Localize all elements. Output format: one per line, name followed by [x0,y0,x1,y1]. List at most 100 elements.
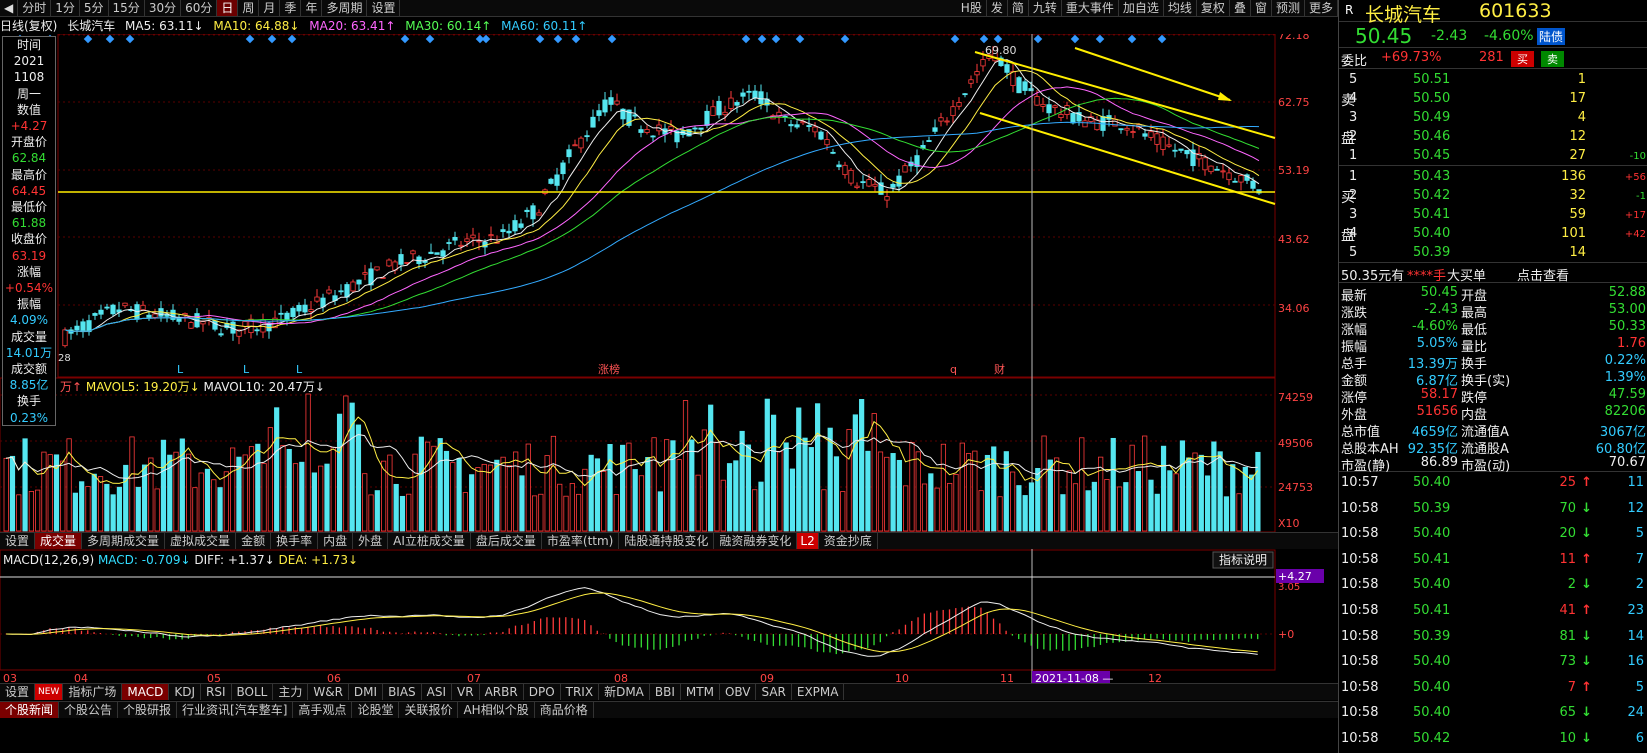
period-tab[interactable]: 30分 [145,0,182,16]
book-row[interactable]: 2 50.46 12 [1339,129,1647,147]
news-tab[interactable]: 个股公告 [59,702,119,718]
indicator-tab[interactable]: EXPMA [792,684,845,700]
indicator-tab[interactable]: 新DMA [599,684,650,700]
period-tab[interactable]: 60分 [181,0,218,16]
panel-value: 61.88 [11,216,47,231]
volume-bar [607,444,613,532]
indicator-tab[interactable]: BOLL [232,684,274,700]
toolbar-button[interactable]: 复权 [1197,0,1230,16]
indicator-tab[interactable]: MACD [122,684,170,700]
news-tab[interactable]: 关联报价 [399,702,459,718]
volume-tab[interactable]: AI立桩成交量 [388,533,471,549]
period-tab[interactable]: 分时 [18,0,52,16]
indicator-tab[interactable]: BIAS [383,684,422,700]
toolbar-button[interactable]: 重大事件 [1062,0,1119,16]
period-tab[interactable]: 15分 [109,0,145,16]
period-tab[interactable]: 周 [238,0,260,16]
book-volume: 32 [1569,188,1586,203]
indicator-tab[interactable]: BBI [650,684,681,700]
toolbar-button[interactable]: H股 [957,0,987,16]
kline-chart[interactable]: 72.18 62.75 53.19 43.62 34.06 74259 49506 24753… [0,34,1338,753]
toolbar-button[interactable]: 叠 [1230,0,1251,16]
toolbar-button[interactable]: 预测 [1272,0,1305,16]
indicator-tab[interactable]: TRIX [561,684,600,700]
book-row[interactable]: 3 50.49 4 [1339,110,1647,128]
book-row[interactable]: 1 50.43 136 +56 [1339,169,1647,187]
book-row[interactable]: 1 50.45 27 -10 [1339,148,1647,166]
volume-tab[interactable]: 市盈率(ttm) [542,533,620,549]
indicator-tab[interactable]: W&R [308,684,349,700]
volume-tab[interactable]: 外盘 [353,533,389,549]
event-mark[interactable]: L [296,363,303,376]
indicator-tab[interactable]: ARBR [480,684,524,700]
volume-tab[interactable]: 虚拟成交量 [165,533,237,549]
event-mark[interactable]: 涨榜 [598,362,620,376]
event-mark[interactable]: q [950,363,957,376]
news-tab[interactable]: 行业资讯[汽车整车] [177,702,294,718]
volume-tab[interactable]: 设置 [0,533,36,549]
news-tab[interactable]: AH相似个股 [458,702,535,718]
period-tab[interactable]: 多周期 [322,0,368,16]
period-tab[interactable]: 设置 [367,0,401,16]
volume-tab[interactable]: 盘后成交量 [471,533,542,549]
indicator-tab[interactable]: KDJ [169,684,201,700]
volume-tab[interactable]: 陆股通持股变化 [619,533,715,549]
back-arrow-icon[interactable]: ◀ [0,0,19,16]
volume-tab[interactable]: 成交量 [35,533,83,549]
buy-button[interactable]: 买 [1511,51,1534,67]
indicator-tab[interactable]: MTM [681,684,720,700]
book-row[interactable]: 2 50.42 32 -1 [1339,188,1647,206]
indicator-tab[interactable]: DMI [349,684,384,700]
indicator-tab[interactable]: 设置 [0,684,36,700]
book-row[interactable]: 5 50.39 14 [1339,245,1647,263]
indicator-tab[interactable]: 主力 [273,684,309,700]
ma10-value: MA10: 64.88↓ [213,19,300,33]
toolbar-button[interactable]: 更多 [1305,0,1338,16]
volume-tab[interactable]: 内盘 [318,533,354,549]
period-tab[interactable]: 年 [301,0,323,16]
indicator-tab[interactable]: SAR [756,684,792,700]
book-row[interactable]: 5 50.51 1 [1339,72,1647,90]
sell-button[interactable]: 卖 [1541,51,1564,67]
period-tab[interactable]: 1分 [51,0,80,16]
period-tab[interactable]: 日 [217,0,239,16]
news-tab[interactable]: 论股堂 [352,702,400,718]
indicator-tab[interactable]: OBV [720,684,757,700]
indicator-tab[interactable]: RSI [201,684,232,700]
lugu-badge[interactable]: 陆债 [1537,28,1566,45]
toolbar-button[interactable]: 发 [987,0,1008,16]
indicator-tab[interactable]: NEW [35,684,64,700]
book-row[interactable]: 4 50.40 101 +42 [1339,226,1647,244]
period-tab[interactable]: 月 [259,0,281,16]
volume-tab[interactable]: 金额 [236,533,272,549]
indicator-tab[interactable]: VR [452,684,480,700]
volume-tab[interactable]: 多周期成交量 [82,533,166,549]
toolbar-button[interactable]: 简 [1008,0,1029,16]
event-mark[interactable]: 财 [994,362,1005,376]
indicator-tab[interactable]: DPO [524,684,561,700]
indicator-tab[interactable]: ASI [422,684,453,700]
candle-body [362,272,368,275]
period-tab[interactable]: 季 [280,0,302,16]
news-tab[interactable]: 高手观点 [293,702,353,718]
volume-bar [292,463,299,532]
event-mark[interactable]: L [177,363,184,376]
period-tab[interactable]: 5分 [80,0,109,16]
news-tab[interactable]: 个股研报 [118,702,178,718]
volume-tab[interactable]: 资金抄底 [819,533,878,549]
news-tab[interactable]: 个股新闻 [0,702,60,718]
news-tab[interactable]: 商品价格 [535,702,594,718]
toolbar-button[interactable]: 加自选 [1119,0,1164,16]
volume-tab[interactable]: 融资融券变化 [714,533,798,549]
toolbar-button[interactable]: 九转 [1029,0,1062,16]
volume-bar [626,442,632,532]
book-row[interactable]: 3 50.41 59 +17 [1339,207,1647,225]
volume-tab[interactable]: L2 [797,533,819,549]
bigorder-link[interactable]: 点击查看 [1517,265,1569,284]
book-row[interactable]: 4 50.50 17 [1339,91,1647,109]
toolbar-button[interactable]: 窗 [1251,0,1272,16]
indicator-tab[interactable]: 指标广场 [63,684,123,700]
event-mark[interactable]: L [243,363,250,376]
toolbar-button[interactable]: 均线 [1164,0,1197,16]
volume-tab[interactable]: 换手率 [271,533,319,549]
